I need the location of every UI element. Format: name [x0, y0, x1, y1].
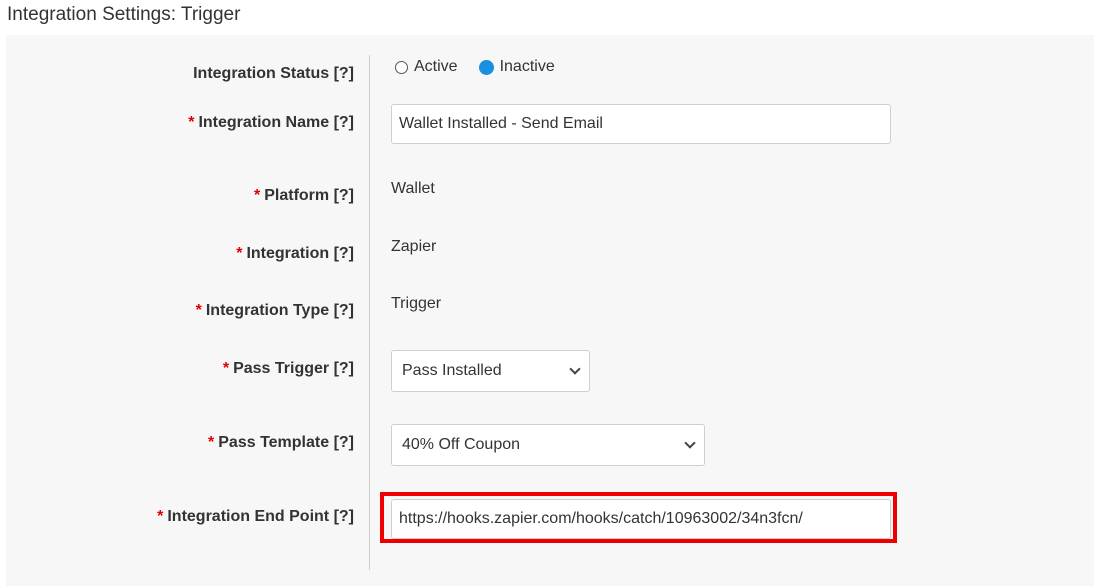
- required-marker: *: [208, 434, 215, 451]
- required-marker: *: [157, 508, 164, 525]
- required-marker: *: [188, 114, 195, 131]
- radio-active[interactable]: [395, 60, 408, 74]
- highlight-box: [380, 492, 897, 543]
- pass-template-selected: 40% Off Coupon: [402, 436, 521, 453]
- integration-type-label: * Integration Type [?]: [195, 302, 354, 319]
- required-marker: *: [222, 360, 230, 377]
- pass-template-select[interactable]: 40% Off Coupon: [391, 424, 705, 466]
- radio-inactive[interactable]: [478, 59, 494, 75]
- required-marker: *: [253, 187, 261, 204]
- chevron-down-icon: [684, 437, 696, 449]
- pass-template-label: * Pass Template [?]: [208, 434, 354, 451]
- integration-status-radio-group: Active Inactive: [395, 58, 576, 76]
- integration-name-input[interactable]: [391, 104, 891, 144]
- status-inactive-label: Inactive: [499, 58, 555, 75]
- status-active-label: Active: [414, 58, 458, 75]
- integration-end-point-label: * Integration End Point [?]: [157, 508, 354, 525]
- platform-value: Wallet: [391, 180, 435, 197]
- chevron-down-icon: [569, 363, 581, 375]
- integration-value: Zapier: [391, 238, 437, 255]
- required-marker: *: [236, 245, 243, 262]
- status-active-option[interactable]: Active: [395, 58, 458, 76]
- required-marker: *: [195, 302, 202, 319]
- page-title: Integration Settings: Trigger: [7, 4, 241, 25]
- platform-label: * Platform [?]: [253, 187, 354, 204]
- integration-type-value: Trigger: [391, 295, 442, 312]
- integration-status-label: Integration Status [?]: [193, 65, 354, 82]
- status-inactive-option[interactable]: Inactive: [478, 58, 555, 76]
- integration-name-label: * Integration Name [?]: [188, 114, 354, 131]
- pass-trigger-select[interactable]: Pass Installed: [391, 350, 590, 392]
- column-divider: [369, 55, 370, 570]
- integration-label: * Integration [?]: [236, 245, 354, 262]
- pass-trigger-selected: Pass Installed: [402, 362, 502, 379]
- pass-trigger-label: * Pass Trigger [?]: [222, 360, 354, 377]
